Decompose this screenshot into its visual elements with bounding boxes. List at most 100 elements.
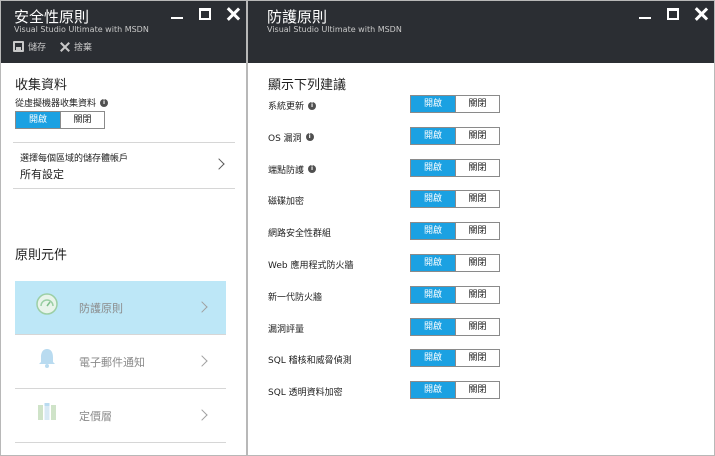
recommendation-label-text: 漏洞評量 bbox=[268, 324, 305, 335]
maximize-icon[interactable] bbox=[198, 7, 212, 21]
recommendation-label-text: 系統更新 bbox=[268, 102, 305, 112]
close-icon[interactable] bbox=[226, 7, 240, 21]
info-icon[interactable]: i bbox=[308, 101, 317, 110]
collect-data-label-text: 從虛擬機器收集資料 bbox=[15, 99, 97, 109]
show-recommendations-title: 顯示下列建議 bbox=[268, 78, 347, 93]
toggle-on-option[interactable]: 開啟 bbox=[411, 127, 455, 144]
toggle-off-option[interactable]: 關閉 bbox=[455, 255, 499, 271]
info-icon[interactable]: i bbox=[305, 133, 314, 142]
component-email-notification[interactable]: 電子郵件通知 bbox=[15, 335, 226, 388]
toggle-on-option[interactable]: 開啟 bbox=[411, 286, 455, 303]
recommendation-label: 網路安全性群組 bbox=[268, 226, 331, 239]
save-icon bbox=[13, 41, 24, 52]
toggle-off-option[interactable]: 關閉 bbox=[455, 96, 499, 112]
blade-subtitle: Visual Studio Ultimate with MSDN bbox=[267, 25, 402, 34]
recommendation-label: 端點防護 i bbox=[268, 163, 317, 176]
toggle-off-option[interactable]: 關閉 bbox=[455, 286, 499, 303]
toggle-on-option[interactable]: 開啟 bbox=[411, 350, 455, 367]
discard-button[interactable]: 捨棄 bbox=[60, 40, 92, 53]
toggle-off-option[interactable]: 關閉 bbox=[455, 159, 499, 176]
divider bbox=[13, 188, 235, 189]
minimize-icon[interactable] bbox=[170, 7, 184, 21]
recommendation-label-text: 磁碟加密 bbox=[268, 197, 305, 208]
info-icon[interactable]: i bbox=[100, 98, 109, 107]
recommendation-toggle: 開啟 關閉 bbox=[410, 349, 500, 368]
toggle-off-option[interactable]: 關閉 bbox=[455, 223, 499, 240]
recommendation-toggle: 開啟 關閉 bbox=[410, 190, 500, 209]
recommendation-label: 系統更新 i bbox=[268, 99, 317, 112]
bell-icon bbox=[39, 349, 55, 368]
recommendation-label-text: 端點防護 bbox=[268, 165, 305, 176]
component-pricing-tier[interactable]: 定價層 bbox=[15, 389, 226, 442]
maximize-icon[interactable] bbox=[666, 7, 680, 21]
recommendation-toggle: 開啟 關閉 bbox=[410, 254, 500, 272]
recommendation-toggle: 開啟 關閉 bbox=[410, 222, 500, 241]
recommendation-label-text: 網路安全性群組 bbox=[268, 229, 332, 240]
chevron-right-icon bbox=[196, 355, 208, 367]
recommendation-toggle: 開啟 關閉 bbox=[410, 126, 500, 145]
component-label: 電子郵件通知 bbox=[79, 356, 145, 369]
recommendation-row: OS 漏洞 i 開啟 關閉 bbox=[248, 126, 714, 147]
recommendation-row: 端點防護 i 開啟 關閉 bbox=[248, 158, 714, 179]
component-label: 防護原則 bbox=[79, 302, 123, 315]
chevron-right-icon bbox=[213, 158, 225, 170]
toggle-on-option[interactable]: 開啟 bbox=[411, 255, 455, 271]
toggle-on-option[interactable]: 開啟 bbox=[411, 382, 455, 399]
toggle-on-option[interactable]: 開啟 bbox=[411, 223, 455, 240]
save-button[interactable]: 儲存 bbox=[13, 40, 46, 53]
info-icon[interactable]: i bbox=[308, 165, 317, 174]
window-controls bbox=[638, 7, 708, 21]
recommendation-label: 新一代防火牆 bbox=[268, 290, 322, 303]
recommendation-label: 磁碟加密 bbox=[268, 194, 304, 207]
storage-label: 選擇每個區域的儲存體帳戶 bbox=[20, 154, 129, 164]
recommendation-toggle: 開啟 關閉 bbox=[410, 95, 500, 113]
blade-title: 防護原則 bbox=[267, 8, 328, 26]
security-policy-blade: 安全性原則 Visual Studio Ultimate with MSDN 儲… bbox=[0, 0, 247, 456]
close-icon[interactable] bbox=[694, 7, 708, 21]
discard-label: 捨棄 bbox=[74, 43, 93, 53]
minimize-icon[interactable] bbox=[638, 7, 652, 21]
toggle-off-option[interactable]: 關閉 bbox=[60, 112, 104, 128]
toggle-off-option[interactable]: 關閉 bbox=[455, 127, 499, 144]
storage-value: 所有設定 bbox=[20, 168, 64, 181]
blade-title: 安全性原則 bbox=[14, 8, 90, 26]
pricing-table-icon bbox=[38, 403, 56, 420]
component-prevention-policy[interactable]: 防護原則 bbox=[15, 281, 226, 334]
storage-account-selector[interactable]: 選擇每個區域的儲存體帳戶 所有設定 bbox=[13, 142, 235, 188]
blade-header: 安全性原則 Visual Studio Ultimate with MSDN 儲… bbox=[1, 1, 246, 63]
toggle-on-option[interactable]: 開啟 bbox=[411, 318, 455, 335]
window-controls bbox=[170, 7, 240, 21]
blade-header: 防護原則 Visual Studio Ultimate with MSDN bbox=[248, 1, 714, 63]
toggle-off-option[interactable]: 關閉 bbox=[455, 382, 499, 399]
chevron-right-icon bbox=[196, 409, 208, 421]
recommendation-label: OS 漏洞 i bbox=[268, 131, 314, 144]
recommendation-toggle: 開啟 關閉 bbox=[410, 285, 500, 304]
recommendation-label: Web 應用程式防火牆 bbox=[268, 258, 353, 271]
recommendation-row: 網路安全性群組 開啟 關閉 bbox=[248, 222, 714, 242]
recommendation-label-text: SQL 稽核和威脅偵測 bbox=[268, 356, 352, 367]
toggle-on-option[interactable]: 開啟 bbox=[411, 191, 455, 208]
recommendation-label-text: OS 漏洞 bbox=[268, 133, 302, 144]
recommendation-row: 磁碟加密 開啟 關閉 bbox=[248, 190, 714, 210]
save-label: 儲存 bbox=[28, 43, 47, 53]
collect-data-label: 從虛擬機器收集資料 i bbox=[15, 96, 109, 109]
prevention-policy-blade: 防護原則 Visual Studio Ultimate with MSDN 顯示… bbox=[247, 0, 715, 456]
toggle-off-option[interactable]: 關閉 bbox=[455, 350, 499, 367]
toggle-on-option[interactable]: 開啟 bbox=[16, 112, 60, 128]
recommendation-label-text: Web 應用程式防火牆 bbox=[268, 261, 354, 271]
recommendation-label: SQL 稽核和威脅偵測 bbox=[268, 353, 352, 366]
discard-icon bbox=[60, 42, 70, 52]
recommendation-label-text: SQL 透明資料加密 bbox=[268, 388, 343, 399]
chevron-right-icon bbox=[196, 301, 208, 313]
divider bbox=[15, 442, 226, 443]
toggle-on-option[interactable]: 開啟 bbox=[411, 96, 455, 112]
collect-data-toggle: 開啟 關閉 bbox=[15, 111, 105, 129]
recommendation-row: Web 應用程式防火牆 開啟 關閉 bbox=[248, 254, 714, 274]
toggle-off-option[interactable]: 關閉 bbox=[455, 191, 499, 208]
policy-components-title: 原則元件 bbox=[15, 248, 68, 263]
recommendation-label-text: 新一代防火牆 bbox=[268, 292, 323, 303]
toggle-on-option[interactable]: 開啟 bbox=[411, 159, 455, 176]
toggle-off-option[interactable]: 關閉 bbox=[455, 318, 499, 335]
recommendation-label: 漏洞評量 bbox=[268, 322, 304, 335]
recommendation-label: SQL 透明資料加密 bbox=[268, 385, 343, 398]
